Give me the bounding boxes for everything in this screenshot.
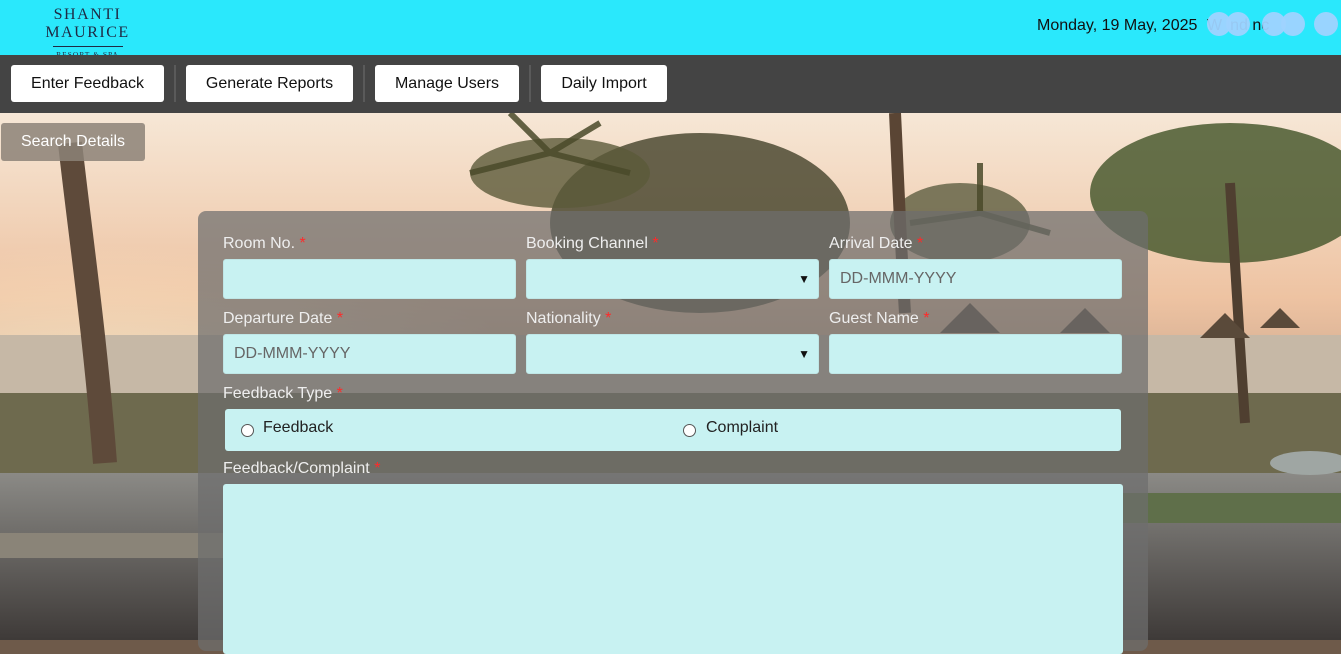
feedback-complaint-label-text: Feedback/Complaint xyxy=(223,460,370,477)
nav-divider xyxy=(529,65,531,102)
booking-channel-label: Booking Channel * xyxy=(526,235,659,253)
search-details-button[interactable]: Search Details xyxy=(1,123,145,161)
resort-logo: SHANTI MAURICE RESORT & SPA xyxy=(10,6,165,59)
nationality-label-text: Nationality xyxy=(526,310,601,327)
required-marker: * xyxy=(917,235,924,252)
departure-date-label-text: Departure Date xyxy=(223,310,333,327)
feedback-type-label-text: Feedback Type xyxy=(223,385,333,402)
nav-divider xyxy=(174,65,176,102)
guest-name-label-text: Guest Name xyxy=(829,310,919,327)
guest-name-input[interactable] xyxy=(829,334,1122,374)
redaction-mark xyxy=(1314,12,1338,36)
required-marker: * xyxy=(336,310,344,327)
guest-name-label: Guest Name * xyxy=(829,310,930,328)
complaint-radio-label[interactable]: Complaint xyxy=(706,419,778,437)
arrival-date-label-text: Arrival Date xyxy=(829,235,913,252)
redaction-mark xyxy=(1281,12,1305,36)
required-marker: * xyxy=(299,235,306,252)
arrival-date-label: Arrival Date * xyxy=(829,235,923,253)
main-nav: Enter Feedback Generate Reports Manage U… xyxy=(0,55,1341,113)
nationality-label: Nationality * xyxy=(526,310,611,328)
room-no-label-text: Room No. xyxy=(223,235,296,252)
feedback-type-label: Feedback Type * xyxy=(223,385,343,403)
required-marker: * xyxy=(374,460,381,477)
nav-divider xyxy=(363,65,365,102)
required-marker: * xyxy=(605,310,612,327)
logo-divider xyxy=(52,46,123,47)
room-no-label: Room No. * xyxy=(223,235,306,253)
arrival-date-input[interactable]: DD-MMM-YYYY xyxy=(829,259,1122,299)
complaint-radio[interactable] xyxy=(683,424,696,437)
redaction-mark xyxy=(1226,12,1250,36)
nationality-select[interactable]: ▼ xyxy=(526,334,819,374)
chevron-down-icon: ▼ xyxy=(798,347,810,361)
required-marker: * xyxy=(336,385,343,402)
current-date: Monday, 19 May, 2025 xyxy=(1037,17,1198,34)
app-header: SHANTI MAURICE RESORT & SPA Monday, 19 M… xyxy=(0,0,1341,59)
feedback-type-radio-group: Feedback Complaint xyxy=(225,409,1121,451)
required-marker: * xyxy=(652,235,659,252)
manage-users-button[interactable]: Manage Users xyxy=(375,65,519,102)
generate-reports-button[interactable]: Generate Reports xyxy=(186,65,353,102)
room-no-input[interactable] xyxy=(223,259,516,299)
daily-import-button[interactable]: Daily Import xyxy=(541,65,667,102)
feedback-radio[interactable] xyxy=(241,424,254,437)
feedback-complaint-label: Feedback/Complaint * xyxy=(223,460,380,478)
logo-main-text: SHANTI MAURICE xyxy=(45,6,130,41)
enter-feedback-button[interactable]: Enter Feedback xyxy=(11,65,164,102)
departure-date-label: Departure Date * xyxy=(223,310,343,328)
booking-channel-label-text: Booking Channel xyxy=(526,235,648,252)
feedback-complaint-textarea[interactable] xyxy=(223,484,1123,654)
required-marker: * xyxy=(923,310,930,327)
booking-channel-select[interactable]: ▼ xyxy=(526,259,819,299)
departure-date-input[interactable]: DD-MMM-YYYY xyxy=(223,334,516,374)
feedback-radio-label[interactable]: Feedback xyxy=(263,419,333,437)
chevron-down-icon: ▼ xyxy=(798,272,810,286)
